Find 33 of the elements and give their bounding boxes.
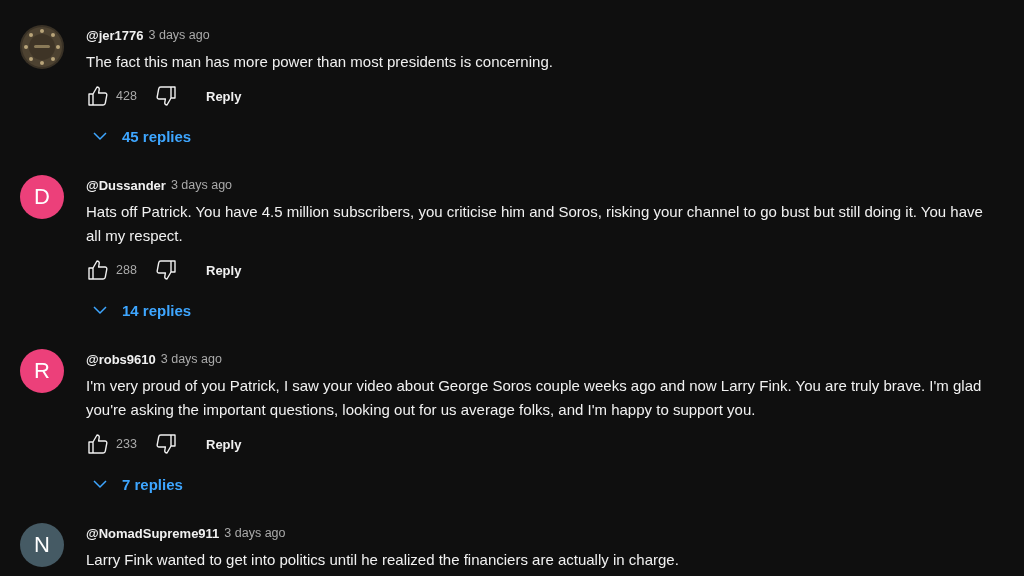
author-name[interactable]: @NomadSupreme911	[86, 525, 220, 541]
thumbs-up-icon[interactable]	[86, 432, 110, 456]
thumbs-down-icon[interactable]	[154, 432, 178, 456]
like-count: 233	[116, 437, 138, 451]
comment-time[interactable]: 3 days ago	[160, 352, 222, 366]
chevron-down-icon[interactable]	[92, 131, 108, 141]
reply-button[interactable]: Reply	[190, 80, 258, 112]
chevron-down-icon[interactable]	[92, 305, 108, 315]
comment-text: I'm very proud of you Patrick, I saw your video about George Soros couple weeks ago and now Larry Fink. You are truly brave. I'm glad you're asking the important questions, looking out for us average folks, and I'm happy to support you.	[86, 376, 983, 420]
comment-text: Hats off Patrick. You have 4.5 million subscribers, you criticise him and Soros, risking your channel to go bust but still doing it. You have all my respect.	[86, 202, 984, 246]
avatar[interactable]: R	[20, 349, 64, 393]
comment-time[interactable]: 3 days ago	[170, 178, 233, 192]
like-count: 428	[116, 89, 138, 103]
view-replies-button[interactable]: 45 replies	[86, 116, 200, 156]
thumbs-up-icon[interactable]	[86, 84, 110, 108]
author-name[interactable]: @Dussander	[86, 177, 166, 193]
view-replies-button[interactable]: 14 replies	[86, 290, 200, 330]
thumbs-down-icon[interactable]	[154, 258, 178, 282]
thumbs-down-icon[interactable]	[154, 84, 178, 108]
thumbs-up-icon[interactable]	[86, 258, 110, 282]
avatar[interactable]: N	[20, 523, 64, 567]
reply-button[interactable]: Reply	[190, 254, 258, 286]
comment-time[interactable]: 3 days ago	[224, 526, 286, 540]
comment-text: Larry Fink wanted to get into politics until he realized the financiers are actually in charge.	[86, 550, 680, 570]
avatar[interactable]: D	[20, 175, 64, 219]
view-replies-button[interactable]: 7 replies	[86, 464, 191, 504]
like-count: 288	[116, 263, 138, 277]
chevron-down-icon[interactable]	[92, 479, 108, 489]
comment-time[interactable]: 3 days ago	[148, 28, 210, 42]
author-name[interactable]: @robs9610	[86, 351, 156, 367]
reply-button[interactable]: Reply	[190, 428, 258, 460]
comment-text: The fact this man has more power than most presidents is concerning.	[86, 52, 554, 72]
author-name[interactable]: @jer1776	[86, 27, 144, 43]
